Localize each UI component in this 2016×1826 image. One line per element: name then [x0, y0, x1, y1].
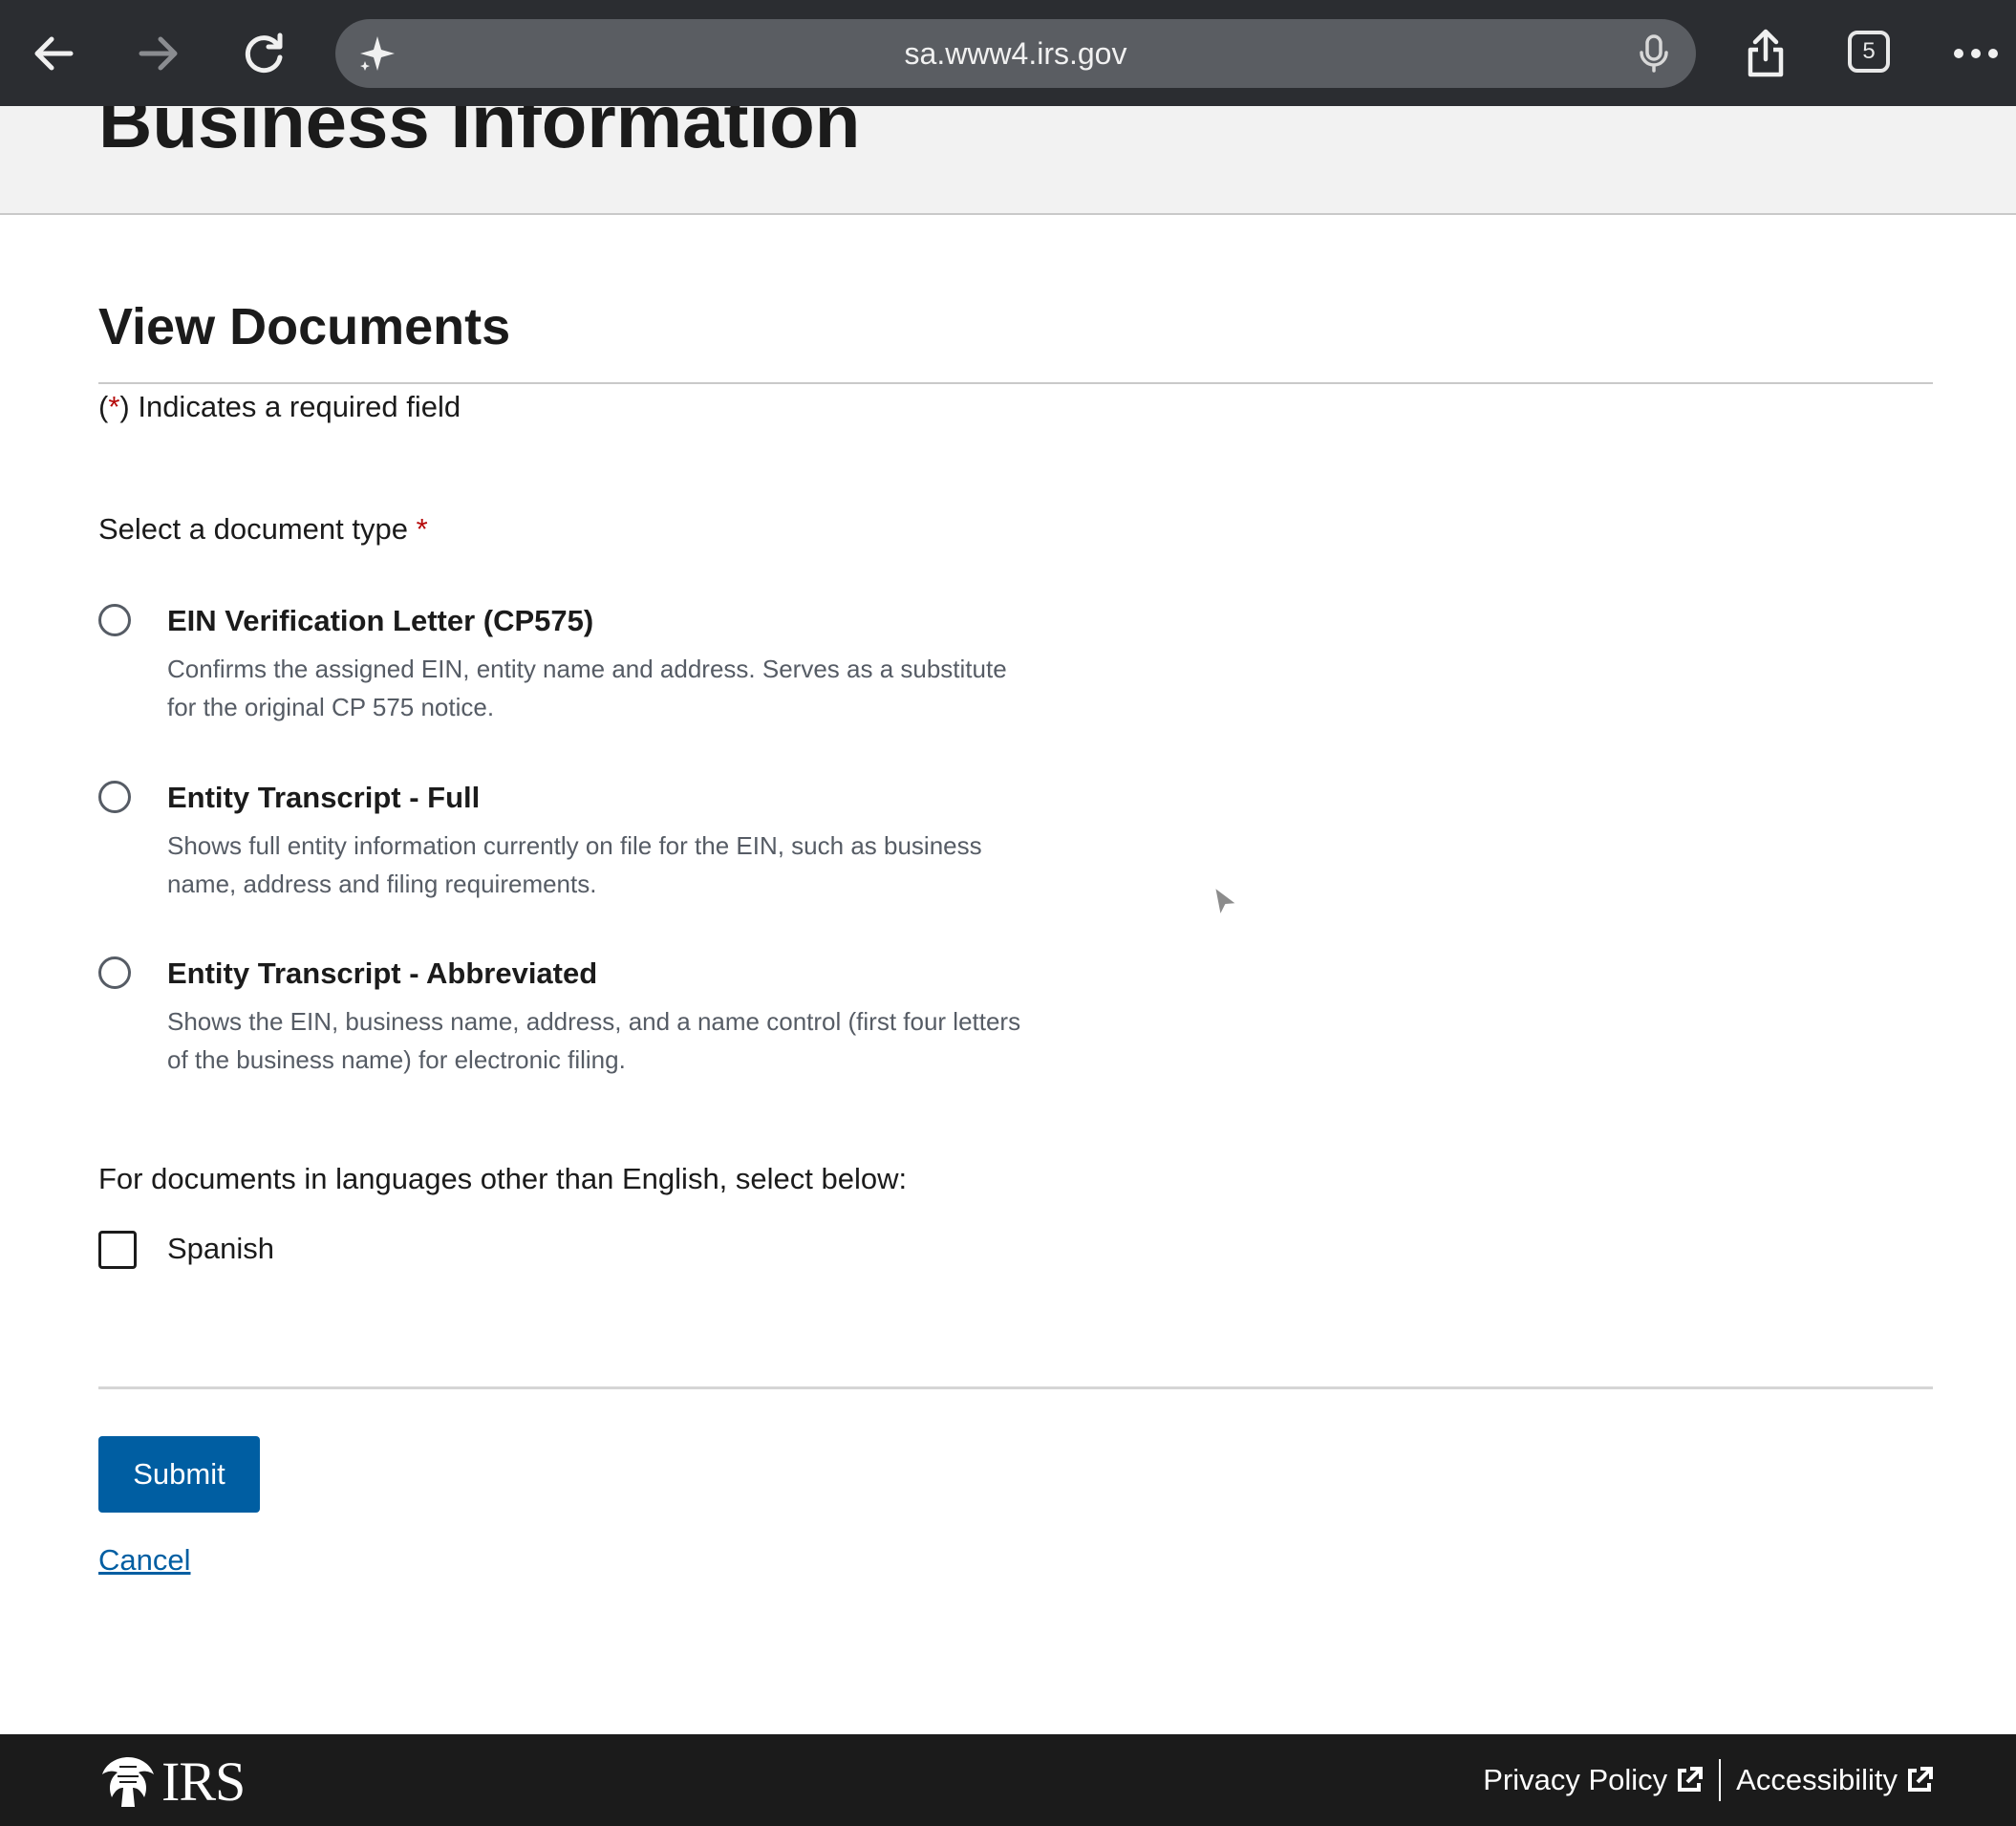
back-arrow-icon [34, 36, 74, 71]
more-button[interactable] [1940, 17, 2012, 90]
accessibility-label[interactable]: Accessibility [1736, 1763, 1898, 1797]
external-link-icon [1678, 1767, 1704, 1792]
back-button[interactable] [17, 17, 90, 90]
document-type-label-text: Select a document type [98, 512, 408, 546]
reload-button[interactable] [227, 17, 300, 90]
privacy-policy-label[interactable]: Privacy Policy [1483, 1763, 1667, 1797]
radio-entity-transcript-full[interactable] [98, 781, 131, 813]
option-description: Shows full entity information currently … [167, 831, 982, 898]
browser-toolbar: sa.www4.irs.gov 5 [0, 0, 2016, 106]
url-text[interactable]: sa.www4.irs.gov [335, 19, 1696, 88]
required-asterisk: * [108, 390, 120, 423]
share-button[interactable] [1729, 17, 1802, 90]
option-title[interactable]: Entity Transcript - Abbreviated [167, 953, 597, 994]
tabs-icon[interactable]: 5 [1848, 31, 1890, 73]
spanish-checkbox[interactable] [98, 1231, 137, 1269]
external-link-icon [1908, 1767, 1933, 1792]
forward-arrow-icon [139, 36, 178, 71]
option-description: Confirms the assigned EIN, entity name a… [167, 655, 1007, 721]
forward-button[interactable] [122, 17, 195, 90]
required-asterisk: * [416, 512, 428, 546]
radio-entity-transcript-abbreviated[interactable] [98, 956, 131, 989]
eagle-emblem-icon [102, 1757, 154, 1807]
accessibility-link[interactable]: Accessibility [1736, 1763, 1934, 1797]
cancel-link[interactable]: Cancel [98, 1539, 191, 1580]
submit-button[interactable]: Submit [98, 1436, 260, 1513]
option-title[interactable]: EIN Verification Letter (CP575) [167, 600, 593, 641]
note-text: ) Indicates a required field [119, 390, 461, 423]
irs-logo[interactable]: IRS [98, 1751, 246, 1813]
required-field-note: (*) Indicates a required field [98, 386, 461, 427]
reload-icon [245, 32, 283, 74]
document-type-label: Select a document type * [98, 508, 428, 549]
note-open: ( [98, 390, 109, 423]
section-title: View Documents [98, 298, 511, 355]
more-icon [1954, 49, 1998, 58]
privacy-policy-link[interactable]: Privacy Policy [1483, 1763, 1704, 1797]
mouse-pointer-icon [1213, 886, 1238, 917]
page-header: Business Information [0, 106, 2016, 215]
spanish-label[interactable]: Spanish [167, 1228, 274, 1269]
site-footer: IRS Privacy Policy Accessibility [0, 1734, 2016, 1826]
radio-ein-verification-letter[interactable] [98, 604, 131, 636]
share-icon [1748, 29, 1784, 77]
footer-links: Privacy Policy Accessibility [1483, 1734, 1934, 1826]
section-divider [98, 382, 1933, 384]
page-title: Business Information [98, 106, 861, 163]
address-bar[interactable]: sa.www4.irs.gov [335, 19, 1696, 88]
language-label: For documents in languages other than En… [98, 1162, 908, 1195]
option-title[interactable]: Entity Transcript - Full [167, 777, 480, 818]
option-description: Shows the EIN, business name, address, a… [167, 1007, 1021, 1074]
microphone-icon[interactable] [1633, 32, 1675, 75]
footer-separator [1719, 1759, 1722, 1801]
form-divider [98, 1386, 1933, 1389]
logo-text: IRS [161, 1751, 246, 1813]
